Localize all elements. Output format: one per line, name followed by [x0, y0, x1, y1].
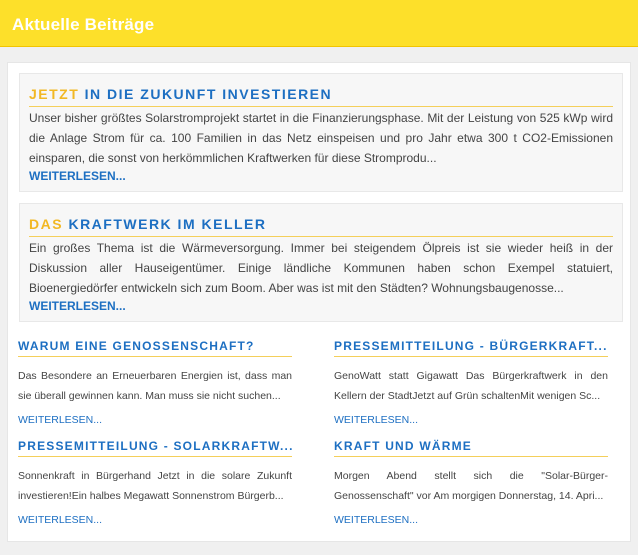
read-more-link[interactable]: WEITERLESEN... — [29, 299, 126, 313]
article-excerpt: GenoWatt statt Gigawatt Das Bürgerkraftw… — [334, 370, 608, 402]
featured-post-title[interactable]: JETZT IN DIE ZUKUNFT INVESTIEREN — [29, 86, 613, 107]
section-title: Aktuelle Beiträge — [12, 15, 155, 34]
article-title[interactable]: PRESSEMITTEILUNG - SOLARKRAFTW... — [18, 439, 292, 457]
article-teaser: WARUM EINE GENOSSENSCHAFT? Das Besondere… — [18, 339, 292, 426]
posts-panel: JETZT IN DIE ZUKUNFT INVESTIEREN Unser b… — [7, 62, 631, 542]
read-more-link[interactable]: WEITERLESEN... — [18, 514, 292, 526]
read-more-link[interactable]: WEITERLESEN... — [334, 514, 608, 526]
section-header: Aktuelle Beiträge — [0, 0, 638, 47]
article-title[interactable]: PRESSEMITTEILUNG - BÜRGERKRAFT... — [334, 339, 608, 357]
article-excerpt: Morgen Abend stellt sich die "Solar-Bürg… — [334, 470, 608, 502]
article-excerpt: Sonnenkraft in Bürgerhand Jetzt in die s… — [18, 470, 292, 502]
article-teaser: KRAFT UND WÄRME Morgen Abend stellt sich… — [334, 439, 608, 526]
read-more-link[interactable]: WEITERLESEN... — [18, 414, 292, 426]
title-main[interactable]: IN DIE ZUKUNFT INVESTIEREN — [85, 86, 332, 102]
title-prefix: JETZT — [29, 86, 80, 102]
featured-post-excerpt: Unser bisher größtes Solarstromprojekt s… — [29, 111, 613, 165]
read-more-link[interactable]: WEITERLESEN... — [29, 169, 126, 183]
article-title[interactable]: WARUM EINE GENOSSENSCHAFT? — [18, 339, 292, 357]
article-teaser: PRESSEMITTEILUNG - BÜRGERKRAFT... GenoWa… — [334, 339, 608, 426]
article-teaser: PRESSEMITTEILUNG - SOLARKRAFTW... Sonnen… — [18, 439, 292, 526]
featured-post-title[interactable]: DAS KRAFTWERK IM KELLER — [29, 216, 613, 237]
read-more-link[interactable]: WEITERLESEN... — [334, 414, 608, 426]
featured-post-excerpt: Ein großes Thema ist die Wärmeversorgung… — [29, 241, 613, 295]
title-prefix: DAS — [29, 216, 64, 232]
article-title[interactable]: KRAFT UND WÄRME — [334, 439, 608, 457]
article-excerpt: Das Besondere an Erneuerbaren Energien i… — [18, 370, 292, 402]
featured-post: JETZT IN DIE ZUKUNFT INVESTIEREN Unser b… — [19, 73, 623, 192]
featured-post: DAS KRAFTWERK IM KELLER Ein großes Thema… — [19, 203, 623, 322]
title-main[interactable]: KRAFTWERK IM KELLER — [68, 216, 266, 232]
